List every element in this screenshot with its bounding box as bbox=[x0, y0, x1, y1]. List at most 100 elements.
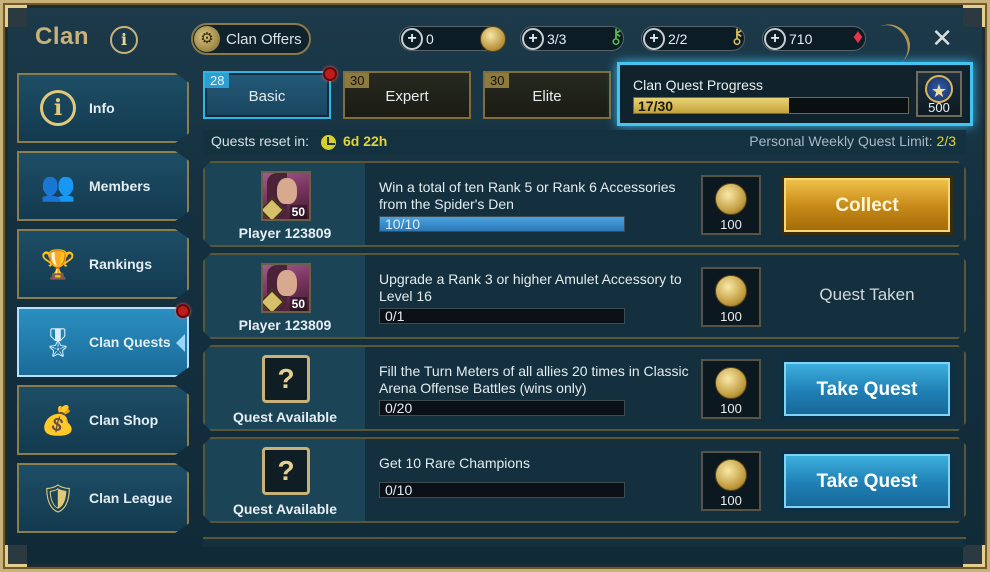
question-mark-icon: ? bbox=[262, 447, 310, 495]
money-bag-icon: 💰 bbox=[40, 404, 76, 436]
quest-reward[interactable]: 100 bbox=[701, 267, 761, 327]
progress-reward-button[interactable]: ★ 500 bbox=[916, 71, 962, 117]
frame-corner bbox=[963, 545, 985, 567]
question-mark-icon: ? bbox=[262, 355, 310, 403]
champion-level: 50 bbox=[291, 205, 305, 219]
quest-progress-bar: 0/1 bbox=[379, 308, 625, 324]
coin-icon bbox=[480, 26, 506, 52]
tab-elite[interactable]: 30 Elite bbox=[483, 71, 611, 119]
quest-progress-bar: 0/20 bbox=[379, 400, 625, 416]
trophy-icon: 🏆 bbox=[40, 248, 76, 280]
face-shape bbox=[277, 178, 297, 204]
green-key-resource: + 3/3 ⚷ bbox=[520, 26, 624, 51]
close-button[interactable]: ✕ bbox=[931, 23, 953, 54]
tab-level: 30 bbox=[485, 73, 510, 88]
sidebar-item-members[interactable]: 👥 Members bbox=[17, 151, 189, 221]
gem-count: 710 bbox=[789, 30, 813, 47]
sidebar-item-clan-shop[interactable]: 💰 Clan Shop bbox=[17, 385, 189, 455]
quest-row: 50 Player 123809 Win a total of ten Rank 5… bbox=[203, 161, 966, 247]
clock-icon bbox=[321, 135, 336, 150]
add-green-keys-button[interactable]: + bbox=[522, 27, 544, 50]
quest-progress-text: 0/10 bbox=[385, 482, 413, 498]
active-arrow-icon bbox=[176, 334, 185, 352]
tab-label: Elite bbox=[532, 88, 562, 105]
quest-owner-name: Quest Available bbox=[232, 409, 337, 425]
gem-resource: + 710 ♦ bbox=[762, 26, 866, 51]
quest-owner-name: Player 123809 bbox=[238, 317, 332, 333]
gem-icon: ♦ bbox=[852, 26, 864, 48]
gold-key-count: 2/2 bbox=[668, 30, 688, 47]
sidebar-item-label: Clan Shop bbox=[89, 412, 159, 428]
members-icon: 👥 bbox=[40, 170, 76, 202]
progress-reward-amount: 500 bbox=[928, 100, 950, 115]
quest-owner-panel: ? Quest Available bbox=[205, 439, 365, 521]
champion-avatar: 50 bbox=[261, 263, 311, 313]
clan-offers-label: Clan Offers bbox=[226, 30, 302, 48]
clan-quest-progress: Clan Quest Progress 17/30 ★ 500 bbox=[617, 62, 973, 126]
take-quest-button[interactable]: Take Quest bbox=[781, 451, 953, 511]
quest-taken-status: Quest Taken bbox=[819, 285, 915, 304]
green-key-icon: ⚷ bbox=[608, 26, 624, 48]
gold-key-icon: ⚷ bbox=[729, 26, 745, 48]
clan-coin-icon bbox=[715, 367, 747, 399]
info-button[interactable]: i bbox=[110, 26, 138, 54]
sidebar-item-clan-league[interactable]: 🛡 Clan League bbox=[17, 463, 189, 533]
quest-progress-text: 10/10 bbox=[385, 216, 421, 232]
take-quest-button[interactable]: Take Quest bbox=[781, 359, 953, 419]
add-gold-keys-button[interactable]: + bbox=[643, 27, 665, 50]
gold-key-resource: + 2/2 ⚷ bbox=[641, 26, 745, 51]
sidebar: i Info 👥 Members 🏆 Rankings 🎖 Clan Quest… bbox=[17, 73, 189, 541]
sidebar-item-label: Info bbox=[89, 100, 115, 116]
quest-description: Upgrade a Rank 3 or higher Amulet Access… bbox=[379, 271, 682, 304]
reset-time: 6d 22h bbox=[343, 133, 388, 149]
reset-label: Quests reset in: bbox=[211, 133, 310, 149]
quest-progress-bar: 0/10 bbox=[379, 482, 625, 498]
star-emblem-icon: ★ bbox=[925, 75, 953, 103]
face-shape bbox=[277, 270, 297, 296]
clan-window: Clan i ⚙ Clan Offers + 0 + 3/3 ⚷ + 2/2 ⚷… bbox=[0, 0, 990, 572]
info-icon: i bbox=[35, 85, 81, 131]
weekly-limit: Personal Weekly Quest Limit: 2/3 bbox=[749, 133, 956, 149]
decorative-arc bbox=[872, 16, 918, 68]
sidebar-item-clan-quests[interactable]: 🎖 Clan Quests bbox=[17, 307, 189, 377]
quest-list[interactable]: 50 Player 123809 Win a total of ten Rank 5… bbox=[203, 161, 966, 546]
quest-reward[interactable]: 100 bbox=[701, 175, 761, 235]
coin-resource: + 0 bbox=[399, 26, 506, 52]
quest-reward[interactable]: 100 bbox=[701, 451, 761, 511]
tab-basic[interactable]: 28 Basic bbox=[203, 71, 331, 119]
tab-label: Expert bbox=[385, 88, 429, 105]
quest-reward-amount: 100 bbox=[720, 401, 742, 416]
add-gems-button[interactable]: + bbox=[764, 27, 786, 50]
page-title: Clan bbox=[35, 23, 90, 50]
quest-owner-panel: ? Quest Available bbox=[205, 347, 365, 429]
sidebar-item-label: Members bbox=[89, 178, 151, 194]
shield-icon: 🛡 bbox=[40, 482, 76, 514]
quest-row: 50 Player 123809 Upgrade a Rank 3 or highe… bbox=[203, 253, 966, 339]
quest-progress-bar: 10/10 bbox=[379, 216, 625, 232]
weekly-limit-value: 2/3 bbox=[936, 133, 956, 149]
tab-level: 30 bbox=[345, 73, 370, 88]
quest-reward-amount: 100 bbox=[720, 217, 742, 232]
notification-dot bbox=[176, 304, 190, 318]
quest-progress-text: 0/1 bbox=[385, 308, 405, 324]
quest-owner-name: Player 123809 bbox=[238, 225, 332, 241]
quest-description: Fill the Turn Meters of all allies 20 ti… bbox=[379, 363, 689, 396]
quest-reward-amount: 100 bbox=[720, 309, 742, 324]
medal-icon: 🎖 bbox=[40, 326, 76, 358]
collect-button[interactable]: Collect bbox=[781, 175, 953, 235]
quest-row: ? Quest Available Get 10 Rare Champions 0/1… bbox=[203, 437, 966, 523]
sidebar-item-info[interactable]: i Info bbox=[17, 73, 189, 143]
tab-label: Basic bbox=[248, 88, 286, 105]
weekly-limit-label: Personal Weekly Quest Limit: bbox=[749, 133, 933, 149]
add-coins-button[interactable]: + bbox=[401, 27, 423, 50]
clan-coin-icon bbox=[715, 459, 747, 491]
sidebar-item-rankings[interactable]: 🏆 Rankings bbox=[17, 229, 189, 299]
sidebar-item-label: Clan Quests bbox=[89, 334, 171, 350]
clan-coin-icon bbox=[715, 275, 747, 307]
tab-expert[interactable]: 30 Expert bbox=[343, 71, 471, 119]
tab-level: 28 bbox=[205, 73, 230, 88]
quest-reward[interactable]: 100 bbox=[701, 359, 761, 419]
green-key-count: 3/3 bbox=[547, 30, 567, 47]
gear-icon: ⚙ bbox=[194, 26, 220, 52]
clan-offers-button[interactable]: ⚙ Clan Offers bbox=[191, 23, 311, 55]
